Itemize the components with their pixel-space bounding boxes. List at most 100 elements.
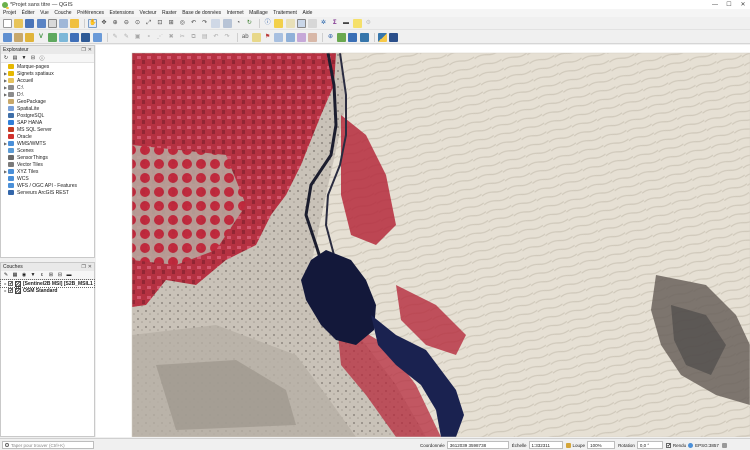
layer-visibility-checkbox[interactable]: ✔ <box>8 281 13 287</box>
save-project-icon[interactable] <box>25 18 35 28</box>
coordinate-field[interactable]: 3612039 3598738 <box>446 441 509 449</box>
minimize-button[interactable]: — <box>708 0 722 9</box>
label-highlight-icon[interactable] <box>251 32 261 42</box>
locator-search[interactable]: Taper pour trouver (Ctrl+K) <box>2 441 94 449</box>
processing-toolbox-icon[interactable]: ✲ <box>319 19 328 28</box>
print-layout-icon[interactable] <box>47 18 57 28</box>
browser-item[interactable]: SensorThings <box>1 154 94 161</box>
magnifier-field[interactable]: 100% <box>587 441 616 449</box>
new-shapefile-layer-icon[interactable] <box>25 32 35 42</box>
save-edits-icon[interactable]: ▣ <box>133 33 142 42</box>
label-show-hide-icon[interactable] <box>274 32 284 42</box>
plugin-manager-icon[interactable] <box>389 32 398 42</box>
select-features-icon[interactable] <box>274 18 284 28</box>
redo-icon[interactable]: ↷ <box>223 33 232 42</box>
add-wms-layer-icon[interactable] <box>70 32 80 42</box>
layer-visibility-checkbox[interactable]: ✔ <box>8 288 13 294</box>
label-rotate-icon[interactable] <box>296 32 306 42</box>
messages-icon[interactable] <box>721 442 727 448</box>
browser-item[interactable]: GeoPackage <box>1 98 94 105</box>
browser-item[interactable]: Scenes <box>1 147 94 154</box>
paste-features-icon[interactable]: ▤ <box>200 33 209 42</box>
add-spatialite-layer-icon[interactable] <box>92 32 102 42</box>
browser-item[interactable]: ▶ C:\ <box>1 84 94 91</box>
style-manager-icon[interactable] <box>70 18 80 28</box>
menu-vecteur[interactable]: Vecteur <box>140 10 157 16</box>
float-panel-icon[interactable]: ❐ <box>81 47 85 53</box>
identify-features-icon[interactable]: ⓘ <box>263 19 272 28</box>
crs-label[interactable]: EPSG:3857 <box>695 443 719 448</box>
close-button[interactable]: ✕ <box>736 0 750 9</box>
add-point-icon[interactable]: ∘ <box>144 33 153 42</box>
python-logo-icon[interactable] <box>377 32 387 42</box>
close-panel-icon[interactable]: ✕ <box>88 264 92 270</box>
new-project-icon[interactable] <box>3 18 12 28</box>
zoom-selection-icon[interactable]: ⊡ <box>155 19 164 28</box>
statistical-summary-icon[interactable]: Σ <box>330 19 339 28</box>
label-pin-icon[interactable]: ⚑ <box>263 33 272 42</box>
copy-features-icon[interactable]: ⧉ <box>189 33 198 42</box>
render-checkbox[interactable]: ✔ <box>665 442 671 448</box>
new-map-view-icon[interactable] <box>211 18 221 28</box>
browser-item[interactable]: MS SQL Server <box>1 126 94 133</box>
zoom-last-icon[interactable]: ↶ <box>189 19 198 28</box>
new-geopackage-layer-icon[interactable] <box>14 32 24 42</box>
temporal-controller-icon[interactable]: ◔ <box>234 19 243 28</box>
menu-internet[interactable]: Internet <box>227 10 244 16</box>
map-canvas[interactable] <box>96 45 750 437</box>
label-toolbar-icon[interactable]: ab <box>241 33 250 42</box>
rotation-field[interactable]: 0,0 ° <box>636 441 663 449</box>
pan-to-selection-icon[interactable]: ✥ <box>100 19 109 28</box>
layer-row-sentinel[interactable]: ▸ ✔ [Sentinel2B MSI] [S2B_MSIL1 <box>0 279 95 288</box>
menu-preferences[interactable]: Préférences <box>77 10 104 16</box>
browser-item[interactable]: Marque-pages <box>1 63 94 70</box>
maximize-button[interactable]: ☐ <box>722 0 736 9</box>
browser-item[interactable]: ▶ Signets spatiaux <box>1 70 94 77</box>
zoom-in-icon[interactable]: ⊕ <box>111 19 120 28</box>
layout-manager-icon[interactable] <box>58 18 68 28</box>
label-change-icon[interactable] <box>307 32 317 42</box>
menu-editer[interactable]: Éditer <box>22 10 35 16</box>
refresh-icon[interactable]: ↻ <box>3 55 9 61</box>
add-selected-layers-icon[interactable]: ▤ <box>12 55 18 61</box>
browser-item[interactable]: WCS <box>1 175 94 182</box>
map-tips-icon[interactable]: ⚙ <box>364 19 373 28</box>
python-console-icon[interactable] <box>359 32 369 42</box>
browser-item[interactable]: ▶ Accueil <box>1 77 94 84</box>
expand-all-icon[interactable]: ⊞ <box>48 272 54 278</box>
browser-item[interactable]: ▶ WMS/WMTS <box>1 140 94 147</box>
float-panel-icon[interactable]: ❐ <box>81 264 85 270</box>
browser-item[interactable]: ▶ D:\ <box>1 91 94 98</box>
filter-legend-icon[interactable]: ▼ <box>30 272 36 278</box>
add-vector-layer-icon[interactable]: V <box>37 33 46 42</box>
scale-field[interactable]: 1:332311 <box>528 441 563 449</box>
plugin-icon[interactable] <box>348 32 358 42</box>
pan-map-icon[interactable]: ✋ <box>88 18 98 28</box>
cut-features-icon[interactable]: ✂ <box>178 33 187 42</box>
refresh-icon[interactable]: ↻ <box>245 19 254 28</box>
zoom-native-icon[interactable]: ◎ <box>178 19 187 28</box>
menu-raster[interactable]: Raster <box>162 10 177 16</box>
add-raster-layer-icon[interactable] <box>47 32 57 42</box>
zoom-full-icon[interactable]: ⤢ <box>144 19 153 28</box>
attribute-table-icon[interactable] <box>296 18 306 28</box>
vertex-tool-icon[interactable]: ⋰ <box>155 33 164 42</box>
data-source-manager-icon[interactable] <box>3 32 12 42</box>
georeferencer-icon[interactable]: ⊕ <box>326 33 335 42</box>
lock-icon[interactable] <box>565 442 571 448</box>
browser-item[interactable]: WFS / OGC API - Features <box>1 182 94 189</box>
undo-icon[interactable]: ↶ <box>211 33 220 42</box>
crs-globe-icon[interactable] <box>688 442 694 448</box>
zoom-rubberband-icon[interactable]: ⊙ <box>133 19 142 28</box>
browser-item[interactable]: Serveurs ArcGIS REST <box>1 189 94 196</box>
deselect-icon[interactable] <box>285 18 295 28</box>
menu-base-de-donnees[interactable]: Base de données <box>182 10 221 16</box>
open-project-icon[interactable] <box>14 18 24 28</box>
zoom-layer-icon[interactable]: ⊞ <box>167 19 176 28</box>
measure-icon[interactable]: ▬ <box>341 19 350 28</box>
browser-item[interactable]: PostgreSQL <box>1 112 94 119</box>
zoom-out-icon[interactable]: ⊖ <box>122 19 131 28</box>
remove-layer-icon[interactable]: ▬ <box>66 272 72 278</box>
add-mesh-layer-icon[interactable] <box>58 32 68 42</box>
menu-extensions[interactable]: Extensions <box>110 10 134 16</box>
